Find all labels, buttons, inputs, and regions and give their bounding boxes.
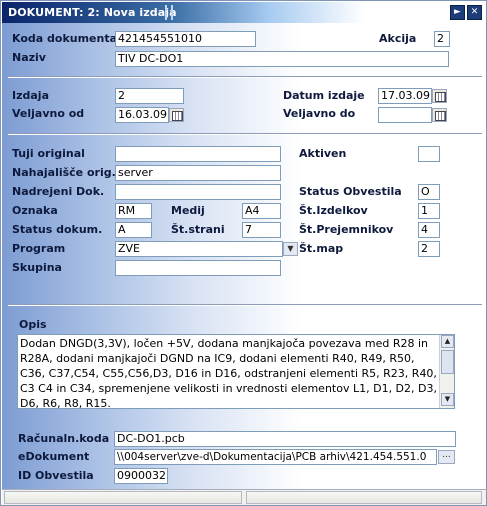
aktiven-label: Aktiven — [299, 147, 347, 160]
st-izdelkov-label: Št.Izdelkov — [299, 204, 368, 217]
oznaka-field[interactable]: RM — [115, 203, 152, 219]
status-dokum-label: Status dokum. — [12, 223, 103, 236]
nadrejeni-dok-field[interactable] — [115, 184, 281, 200]
status-dokum-field[interactable]: A — [115, 222, 152, 238]
tuji-original-label: Tuji original — [12, 147, 85, 160]
st-map-label: Št.map — [299, 242, 344, 255]
calendar-icon[interactable] — [432, 108, 447, 122]
opis-line: R28A, dodani manjkajoči DGND na IC9, dod… — [20, 352, 415, 365]
scrollbar-thumb[interactable] — [441, 350, 454, 374]
nahajalisce-field[interactable]: server — [115, 165, 281, 181]
veljavno-do-field[interactable] — [378, 107, 432, 123]
skupina-field[interactable] — [115, 260, 281, 276]
program-select[interactable]: ZVE — [115, 241, 283, 257]
arrow-up-icon[interactable]: ▲ — [441, 335, 454, 348]
status-pane-right — [246, 491, 482, 504]
separator-2 — [8, 133, 482, 135]
datum-izdaje-label: Datum izdaje — [283, 89, 365, 102]
status-bar — [2, 489, 486, 505]
koda-dokumenta-label: Koda dokumenta — [12, 32, 118, 45]
separator-1 — [8, 76, 482, 78]
opis-text: Dodan DNGD(3,3V), ločen +5V, dodana manj… — [20, 336, 438, 408]
document-window: DOKUMENT: 2: Nova izdaja ► ✕ Koda dokume… — [0, 0, 487, 506]
veljavno-od-field[interactable]: 16.03.09 — [115, 107, 169, 123]
veljavno-do-label: Veljavno do — [283, 107, 356, 120]
edokument-field[interactable]: \\004server\zve-d\Dokumentacija\PCB arhi… — [114, 449, 437, 465]
chevron-down-icon[interactable]: ▼ — [283, 242, 298, 256]
opis-line: Dodan DNGD(3,3V), ločen +5V, dodana manj… — [20, 337, 428, 350]
status-pane-left — [4, 491, 242, 504]
opis-label: Opis — [19, 318, 47, 331]
ellipsis-icon[interactable]: ... — [438, 450, 455, 464]
izdaja-field[interactable]: 2 — [115, 88, 184, 104]
id-obvestila-field[interactable]: 0900032 — [114, 468, 168, 484]
opis-textarea[interactable]: Dodan DNGD(3,3V), ločen +5V, dodana manj… — [17, 334, 455, 409]
racunaln-koda-label: Računaln.koda — [18, 432, 110, 445]
form-body: Koda dokumenta 421454551010 Akcija 2 Naz… — [2, 23, 486, 489]
st-map-field[interactable]: 2 — [418, 241, 440, 257]
oznaka-label: Oznaka — [12, 204, 58, 217]
akcija-field[interactable]: 2 — [434, 31, 450, 47]
akcija-label: Akcija — [379, 32, 417, 45]
medij-label: Medij — [171, 204, 205, 217]
izdaja-label: Izdaja — [12, 89, 49, 102]
st-izdelkov-field[interactable]: 1 — [418, 203, 440, 219]
medij-field[interactable]: A4 — [242, 203, 281, 219]
datum-izdaje-field[interactable]: 17.03.09 — [378, 88, 432, 104]
id-obvestila-label: ID Obvestila — [18, 469, 94, 482]
window-title: DOKUMENT: 2: Nova izdaja — [8, 6, 177, 19]
status-obvestila-field[interactable]: O — [418, 184, 440, 200]
st-strani-label: Št.strani — [171, 223, 225, 236]
naziv-field[interactable]: TIV DC-DO1 — [115, 51, 449, 67]
opis-scrollbar[interactable]: ▲ ▼ — [439, 335, 454, 408]
edokument-label: eDokument — [18, 450, 90, 463]
play-icon[interactable]: ► — [450, 5, 465, 20]
title-bar[interactable]: DOKUMENT: 2: Nova izdaja ► ✕ — [2, 2, 486, 23]
close-icon[interactable]: ✕ — [467, 5, 482, 20]
opis-line: D6, R6, R8, R15. — [20, 397, 111, 408]
veljavno-od-label: Veljavno od — [12, 107, 85, 120]
program-label: Program — [12, 242, 66, 255]
opis-line: C36, C37,C54, C55,C56,D3, D16 in D16, od… — [20, 367, 437, 380]
koda-dokumenta-field[interactable]: 421454551010 — [115, 31, 256, 47]
opis-line: C3 C4 in C34, spremenjene velikosti in v… — [20, 382, 437, 395]
status-obvestila-label: Status Obvestila — [299, 185, 402, 198]
calendar-icon[interactable] — [169, 108, 184, 122]
title-grip — [165, 5, 173, 20]
arrow-down-icon[interactable]: ▼ — [441, 393, 454, 406]
separator-3 — [8, 304, 482, 306]
st-strani-field[interactable]: 7 — [242, 222, 281, 238]
racunaln-koda-field[interactable]: DC-DO1.pcb — [114, 431, 456, 447]
nahajalisce-label: Nahajališče orig. — [12, 166, 116, 179]
aktiven-field[interactable] — [418, 146, 440, 162]
st-prejemnikov-label: Št.Prejemnikov — [299, 223, 394, 236]
naziv-label: Naziv — [12, 51, 46, 64]
tuji-original-field[interactable] — [115, 146, 281, 162]
nadrejeni-dok-label: Nadrejeni Dok. — [12, 185, 105, 198]
st-prejemnikov-field[interactable]: 4 — [418, 222, 440, 238]
skupina-label: Skupina — [12, 261, 62, 274]
calendar-icon[interactable] — [432, 89, 447, 103]
